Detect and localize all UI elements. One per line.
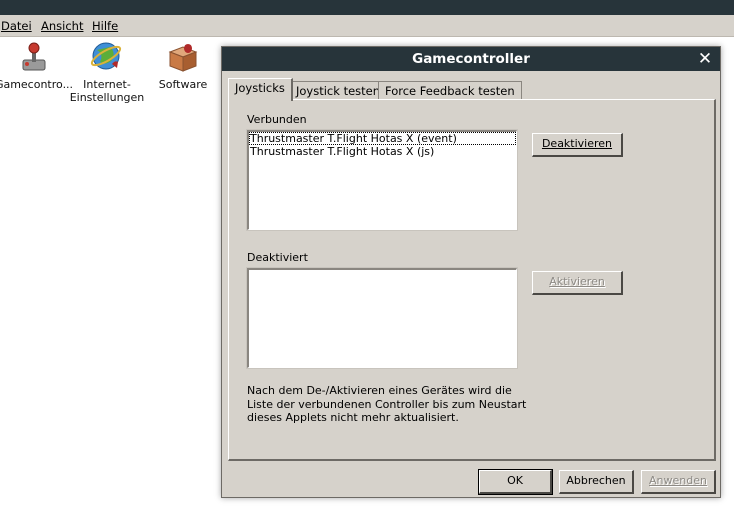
apply-button[interactable]: Anwenden xyxy=(641,470,716,494)
connected-list[interactable]: Thrustmaster T.Flight Hotas X (event) Th… xyxy=(246,129,518,231)
tab-joysticks-label: Joysticks xyxy=(235,81,285,95)
cancel-button-label: Abbrechen xyxy=(566,474,626,487)
tab-force-feedback-label: Force Feedback testen xyxy=(385,84,515,98)
dialog-titlebar[interactable]: Gamecontroller ✕ xyxy=(222,47,720,71)
menubar: Datei Ansicht Hilfe xyxy=(0,15,734,37)
internet-globe-icon xyxy=(90,40,124,74)
deactivate-button[interactable]: Deaktivieren xyxy=(532,133,623,157)
list-item[interactable]: Thrustmaster T.Flight Hotas X (js) xyxy=(249,145,516,158)
tab-joysticks[interactable]: Joysticks xyxy=(228,78,293,101)
top-strip xyxy=(0,0,734,15)
cancel-button[interactable]: Abbrechen xyxy=(559,470,634,494)
icon-gamecontroller-label: Gamecontro... xyxy=(0,78,74,91)
tab-joystick-testen-label: Joystick testen xyxy=(296,84,381,98)
close-icon[interactable]: ✕ xyxy=(696,49,714,69)
menu-ansicht-label: Ansicht xyxy=(41,19,84,33)
disabled-list[interactable] xyxy=(246,267,518,369)
ok-button-label: OK xyxy=(507,474,523,487)
menu-ansicht[interactable]: Ansicht xyxy=(41,19,83,33)
activate-button-label: Aktivieren xyxy=(549,275,605,288)
tab-panel-joysticks: Verbunden Thrustmaster T.Flight Hotas X … xyxy=(228,99,716,461)
ok-button[interactable]: OK xyxy=(478,469,553,495)
dialog-title: Gamecontroller xyxy=(412,51,530,67)
joystick-icon xyxy=(17,40,51,74)
apply-button-label: Anwenden xyxy=(649,474,707,487)
gamecontroller-dialog: Gamecontroller ✕ Joysticks Joystick test… xyxy=(221,46,721,498)
info-note: Nach dem De-/Aktivieren eines Gerätes wi… xyxy=(247,384,527,424)
icon-software-label: Software xyxy=(158,78,208,91)
connected-label: Verbunden xyxy=(247,113,307,126)
deactivate-button-label: Deaktivieren xyxy=(541,137,613,150)
activate-button[interactable]: Aktivieren xyxy=(532,271,623,295)
menu-datei[interactable]: Datei xyxy=(1,19,32,33)
list-item[interactable]: Thrustmaster T.Flight Hotas X (event) xyxy=(249,132,516,145)
menu-hilfe-label: Hilfe xyxy=(92,19,119,33)
icon-internet[interactable]: Internet- Einstellungen xyxy=(67,40,147,104)
menu-hilfe[interactable]: Hilfe xyxy=(92,19,118,33)
icon-gamecontroller[interactable]: Gamecontro... xyxy=(0,40,74,91)
tab-force-feedback-testen[interactable]: Force Feedback testen xyxy=(378,81,522,100)
icon-internet-label: Internet- Einstellungen xyxy=(69,78,145,104)
menu-datei-label: Datei xyxy=(1,19,32,33)
disabled-label: Deaktiviert xyxy=(247,251,308,264)
software-box-icon xyxy=(166,40,200,74)
icon-software[interactable]: Software xyxy=(143,40,223,91)
tab-joystick-testen[interactable]: Joystick testen xyxy=(289,81,388,100)
